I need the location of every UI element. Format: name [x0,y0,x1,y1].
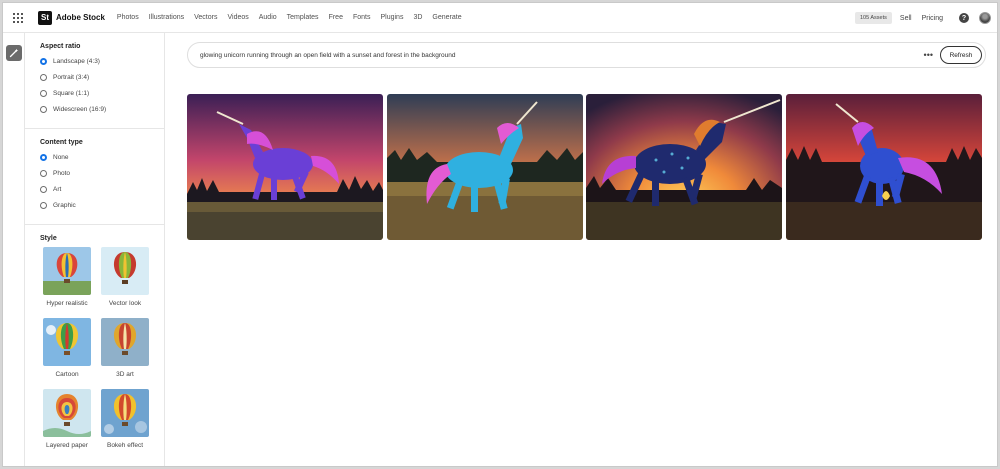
style-hyper-realistic[interactable]: Hyper realistic [43,247,91,318]
style-thumbnail [101,318,149,366]
radio-icon [40,90,47,97]
style-label: Hyper realistic [46,300,88,307]
nav-free[interactable]: Free [329,14,343,21]
header-actions: 105 Assets Sell Pricing ? [854,3,991,33]
style-section: Style Hyper realistic Vector look Cartoo… [25,235,165,460]
result-image[interactable] [387,94,583,240]
content-photo-radio[interactable]: Photo [40,169,165,178]
radio-icon [40,74,47,81]
style-label: Layered paper [46,442,88,449]
content-art-radio[interactable]: Art [40,185,165,194]
radio-label: Widescreen (16:9) [53,106,107,113]
divider [25,224,165,225]
help-icon[interactable]: ? [959,13,969,23]
style-bokeh-effect[interactable]: Bokeh effect [101,389,149,460]
nav-photos[interactable]: Photos [117,14,139,21]
nav-templates[interactable]: Templates [287,14,319,21]
style-label: Vector look [108,300,142,307]
style-3d-art[interactable]: 3D art [101,318,149,389]
main-nav: Photos Illustrations Vectors Videos Audi… [117,14,472,21]
adobe-stock-logo: St [38,10,52,25]
content-graphic-radio[interactable]: Graphic [40,201,165,210]
filter-panel: Aspect ratio Landscape (4:3) Portrait (3… [25,33,165,466]
content-type-title: Content type [40,139,83,146]
nav-audio[interactable]: Audio [259,14,277,21]
app-window: St Adobe Stock Photos Illustrations Vect… [2,2,998,467]
left-rail [3,33,25,466]
nav-vectors[interactable]: Vectors [194,14,217,21]
result-image[interactable] [187,94,383,240]
nav-videos[interactable]: Videos [227,14,248,21]
result-image[interactable] [786,94,982,240]
radio-icon [40,170,47,177]
nav-plugins[interactable]: Plugins [380,14,403,21]
style-layered-paper[interactable]: Layered paper [43,389,91,460]
style-thumbnail [101,247,149,295]
app-switcher-button[interactable] [3,3,33,33]
result-image[interactable] [586,94,782,240]
style-thumbnail [43,389,91,437]
nav-3d[interactable]: 3D [413,14,422,21]
magic-wand-icon[interactable] [6,45,22,61]
pricing-link[interactable]: Pricing [922,15,943,22]
prompt-bar: ••• Refresh [187,42,986,68]
style-thumbnail [43,318,91,366]
radio-selected-icon [40,154,47,161]
style-label: Bokeh effect [106,442,144,449]
radio-icon [40,186,47,193]
style-thumbnail [101,389,149,437]
nav-illustrations[interactable]: Illustrations [149,14,184,21]
content-none-radio[interactable]: None [40,153,165,162]
radio-label: Square (1:1) [53,90,90,97]
nav-fonts[interactable]: Fonts [353,14,371,21]
radio-icon [40,106,47,113]
refresh-button[interactable]: Refresh [940,46,982,64]
aspect-square-radio[interactable]: Square (1:1) [40,89,165,98]
assets-badge[interactable]: 105 Assets [854,12,892,24]
radio-icon [40,202,47,209]
aspect-portrait-radio[interactable]: Portrait (3:4) [40,73,165,82]
radio-label: Landscape (4:3) [53,58,100,65]
grid-icon [13,12,23,23]
brand-name: Adobe Stock [56,13,105,22]
radio-label: Portrait (3:4) [53,74,90,81]
more-options-icon[interactable]: ••• [924,48,933,62]
prompt-input[interactable] [200,51,900,59]
style-title: Style [40,235,57,242]
avatar[interactable] [979,12,991,24]
style-grid: Hyper realistic Vector look Cartoon 3D a… [43,247,165,460]
radio-label: Graphic [53,202,76,209]
style-label: Cartoon [55,371,79,378]
radio-label: None [53,154,69,161]
top-nav-bar: St Adobe Stock Photos Illustrations Vect… [3,3,997,33]
style-cartoon[interactable]: Cartoon [43,318,91,389]
style-vector-look[interactable]: Vector look [101,247,149,318]
sell-link[interactable]: Sell [900,15,912,22]
style-thumbnail [43,247,91,295]
content-type-section: Content type None Photo Art Graphic [25,139,165,210]
radio-label: Art [53,186,62,193]
aspect-ratio-title: Aspect ratio [40,43,81,50]
aspect-landscape-radio[interactable]: Landscape (4:3) [40,57,165,66]
style-label: 3D art [116,371,134,378]
radio-label: Photo [53,170,70,177]
aspect-ratio-section: Aspect ratio Landscape (4:3) Portrait (3… [25,43,165,114]
aspect-widescreen-radio[interactable]: Widescreen (16:9) [40,105,165,114]
radio-selected-icon [40,58,47,65]
brand-link[interactable]: St Adobe Stock [38,10,105,25]
divider [25,128,165,129]
nav-generate[interactable]: Generate [432,14,461,21]
